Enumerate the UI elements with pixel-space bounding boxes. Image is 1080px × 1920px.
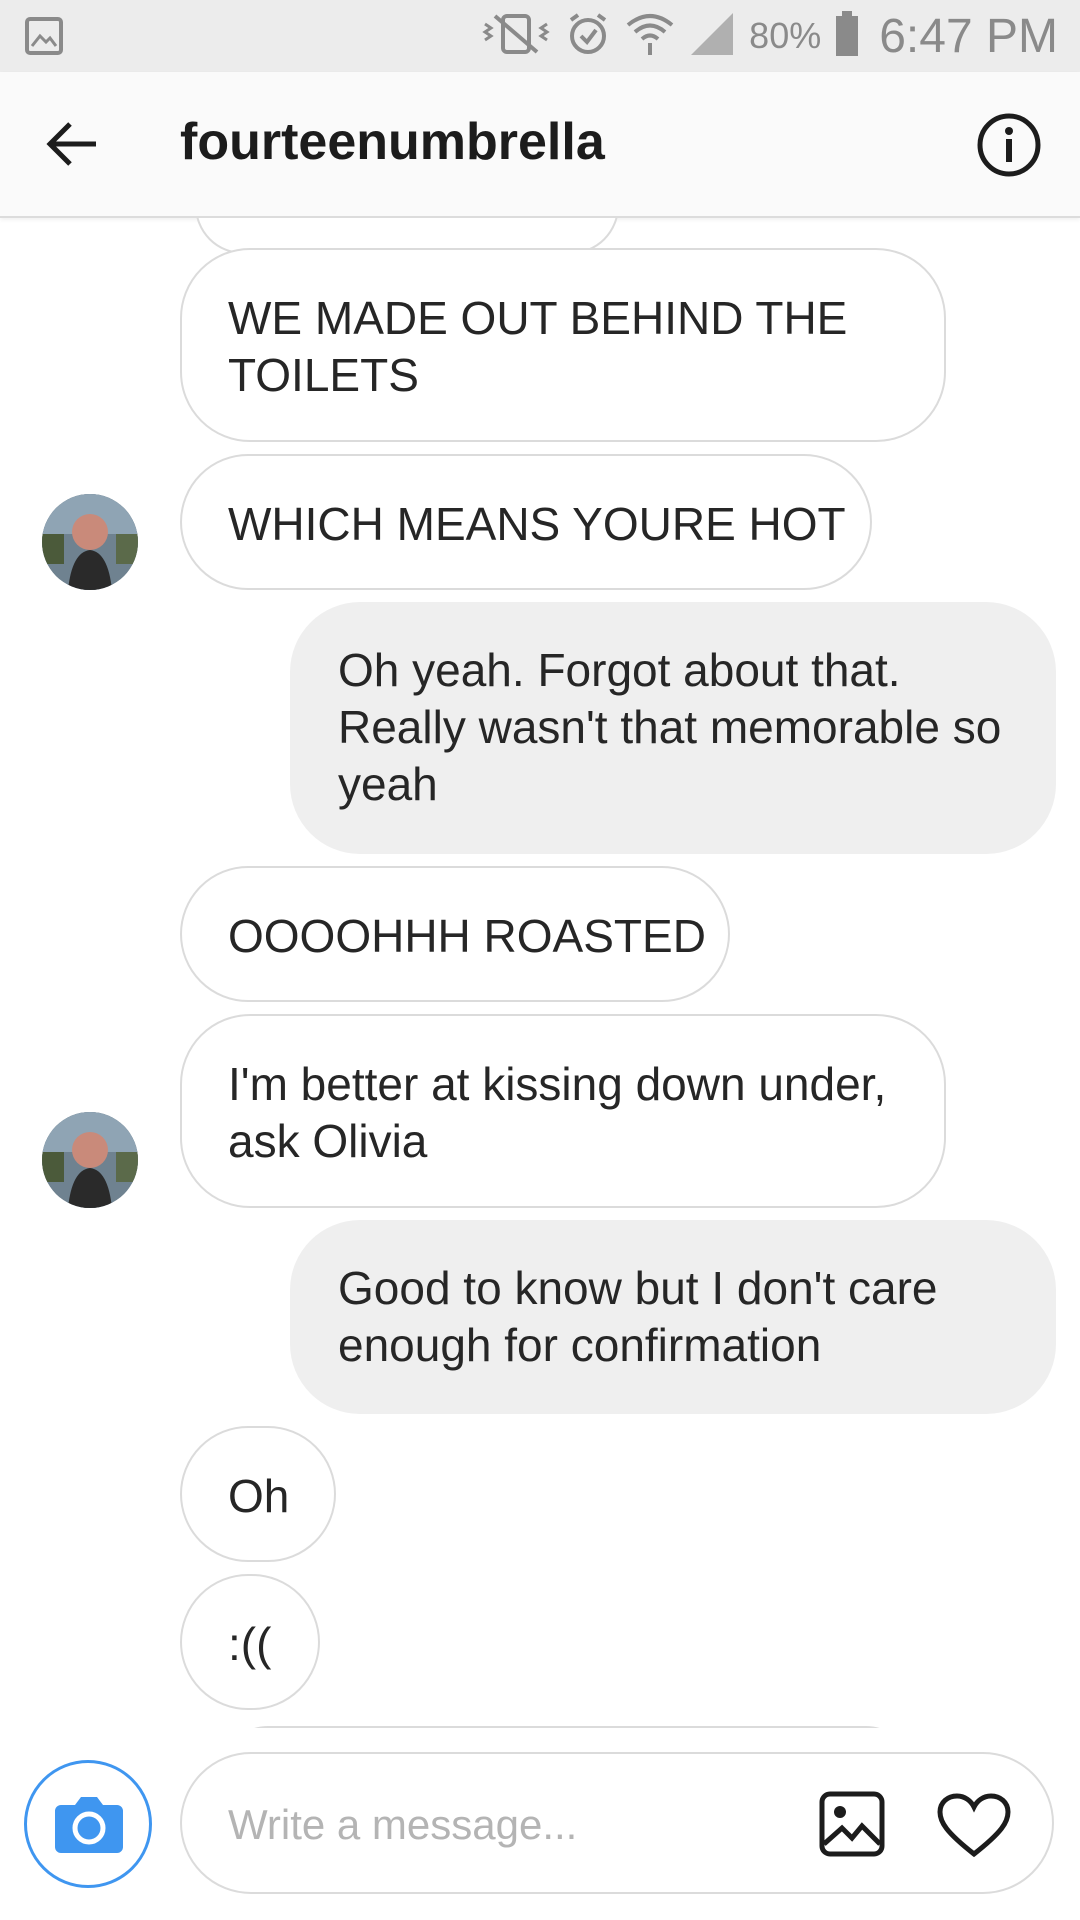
gallery-icon[interactable] (818, 1790, 886, 1863)
contact-avatar[interactable] (42, 1112, 138, 1208)
battery-icon (835, 10, 859, 62)
vibrate-mute-icon (481, 12, 551, 61)
contact-avatar[interactable] (42, 494, 138, 590)
gallery-notification-icon (24, 16, 64, 61)
info-icon[interactable] (976, 112, 1042, 183)
heart-icon[interactable] (936, 1792, 1012, 1863)
received-message[interactable]: I'm better at kissing down under, ask Ol… (180, 1014, 946, 1208)
sent-message[interactable]: Good to know but I don't care enough for… (290, 1220, 1056, 1414)
clock: 6:47 PM (879, 9, 1058, 63)
camera-button[interactable] (24, 1760, 152, 1888)
conversation-header: fourteenumbrella (0, 72, 1080, 218)
signal-icon (689, 11, 735, 62)
battery-percentage: 80% (749, 15, 822, 56)
received-message[interactable]: :(( (180, 1574, 320, 1710)
conversation-username[interactable]: fourteenumbrella (180, 112, 605, 172)
received-message[interactable]: OOOOHHH ROASTED (180, 866, 730, 1002)
message-thread[interactable]: WE MADE OUT BEHIND THE TOILETS WHICH MEA… (0, 218, 1080, 1728)
camera-icon (51, 1787, 127, 1868)
message-input[interactable] (226, 1794, 750, 1856)
received-message[interactable]: Oh (180, 1426, 336, 1562)
cut-off-message-bubble (220, 1726, 914, 1728)
sent-message[interactable]: Oh yeah. Forgot about that. Really wasn'… (290, 602, 1056, 854)
wifi-icon (625, 11, 675, 62)
received-message[interactable]: WHICH MEANS YOURE HOT (180, 454, 872, 590)
alarm-icon (565, 11, 611, 62)
message-composer (0, 1730, 1080, 1920)
message-input-container (180, 1752, 1054, 1894)
status-bar: 80% 6:47 PM (0, 0, 1080, 72)
back-arrow-icon[interactable] (44, 116, 100, 177)
received-message[interactable]: WE MADE OUT BEHIND THE TOILETS (180, 248, 946, 442)
